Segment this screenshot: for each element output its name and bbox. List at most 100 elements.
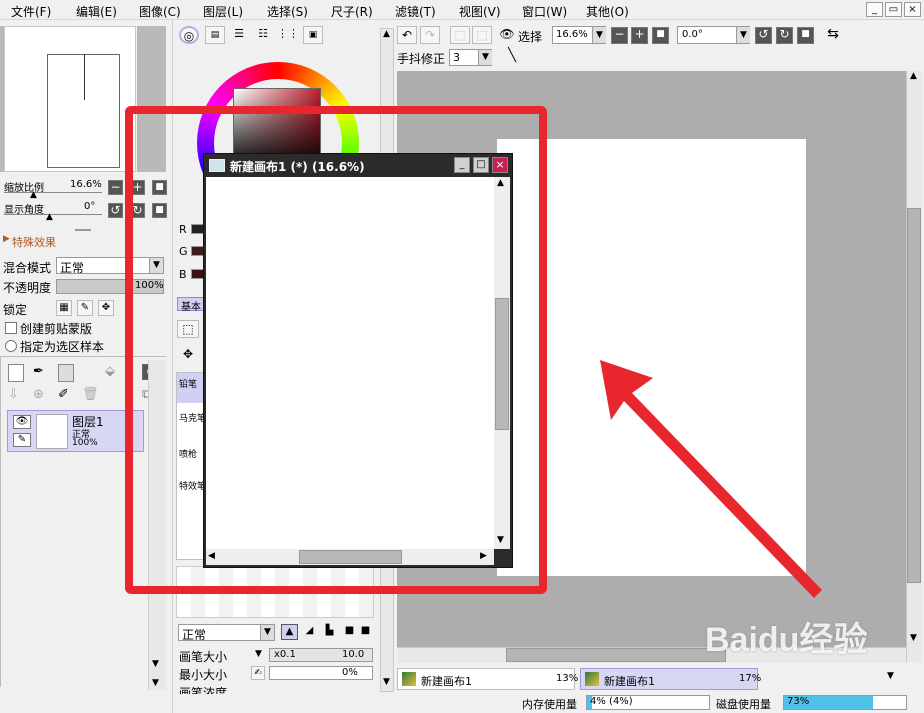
menu-other[interactable]: 其他(O) [586,3,629,20]
scroll-down-icon[interactable]: ▼ [887,671,894,681]
brush-shape-block-icon[interactable]: ■ [341,624,358,640]
canvas-tab-icon [402,672,416,686]
menu-ruler[interactable]: 尺子(R) [331,3,373,20]
clip-checkbox[interactable] [5,322,17,334]
scratchpad-tab-icon[interactable]: ▣ [303,26,323,44]
menu-select[interactable]: 选择(S) [267,3,308,20]
menu-edit[interactable]: 编辑(E) [76,3,117,20]
restore-icon[interactable]: ▭ [885,2,902,17]
lock-move-icon[interactable]: ✥ [98,300,114,316]
zoom-slider-thumb[interactable]: ▲ [30,190,37,200]
canvas-horizontal-thumb[interactable] [506,648,726,662]
menu-layer[interactable]: 图层(L) [203,3,243,20]
flip-horizontal-icon[interactable]: ⇆ [823,26,843,44]
lock-paint-icon[interactable]: ✎ [77,300,93,316]
expand-arrow-icon[interactable]: ▶ [3,234,10,244]
canvas-tab-icon [585,672,599,686]
toolbar-zoom-in-button[interactable]: + [631,27,648,44]
brush-shape-square-icon[interactable]: ■ [357,624,374,640]
invert-select-icon[interactable]: ⬚ [472,26,492,44]
line-tool-icon[interactable]: ╲ [502,48,522,66]
visibility-eye-icon[interactable]: 👁 [13,415,31,429]
menu-image[interactable]: 图像(C) [139,3,181,20]
angle-slider[interactable] [4,214,102,215]
scroll-up-icon[interactable]: ▲ [383,29,390,39]
brush-shape-round-icon[interactable]: ◢ [301,624,318,640]
zoom-slider[interactable] [4,192,102,193]
status-bar: 内存使用量 4% (4%) 磁盘使用量 73% [397,692,924,713]
angle-slider-thumb[interactable]: ▲ [46,212,53,222]
sample-radio[interactable] [5,340,17,352]
toolbar-rotate-right-button[interactable]: ↻ [776,27,793,44]
toolbar-rotate-reset-button[interactable]: ■ [797,27,814,44]
mixer-tab-icon[interactable]: ☷ [253,26,273,44]
brush-shape-flat-icon[interactable]: ▙ [321,624,338,640]
redo-icon[interactable]: ↷ [420,26,440,44]
move-down-icon[interactable]: ⇩ [8,387,19,403]
zoom-out-button[interactable]: − [108,180,123,195]
scroll-down-icon[interactable]: ▼ [152,659,159,669]
close-icon[interactable]: × [904,2,921,17]
layer-opacity: 100% [72,438,98,448]
hsv-slider-tab-icon[interactable]: ☰ [229,26,249,44]
layer-row[interactable]: 👁 ✎ 图层1 正常 100% [7,410,144,452]
rotation-select[interactable]: 0.0° ▼ [677,26,750,44]
menu-file[interactable]: 文件(F) [11,3,51,20]
watermark: Baidu经验 [705,621,868,659]
rgb-slider-tab-icon[interactable]: ▤ [205,26,225,44]
lock-transparency-icon[interactable]: ▦ [56,300,72,316]
new-layer-icon[interactable] [8,364,24,382]
scroll-down-icon[interactable]: ▼ [910,633,917,643]
clip-label: 创建剪贴蒙版 [20,322,93,336]
chevron-down-icon: ▼ [260,625,274,640]
clear-icon[interactable]: ✐ [58,387,69,403]
toolbar-rotate-left-button[interactable]: ↺ [755,27,772,44]
brush-blend-select[interactable]: 正常 ▼ [178,624,275,642]
opacity-label: 不透明度 [3,281,52,295]
merge-icon[interactable]: ⊕ [33,387,44,403]
sample-label: 指定为选区样本 [20,340,105,354]
scroll-down-icon[interactable]: ▼ [152,678,159,688]
deselect-icon[interactable]: ⬚ [450,26,470,44]
transform-icon[interactable]: ⬙ [105,364,115,380]
chevron-down-icon: ▼ [592,27,606,43]
toolbar-zoom-out-button[interactable]: − [611,27,628,44]
disk-meter: 73% [783,695,907,710]
eye-icon[interactable]: 👁 [497,26,517,44]
zoom-select[interactable]: 16.6% ▼ [552,26,606,44]
layer-thumbnail [36,414,68,449]
menu-bar: 文件(F) 编辑(E) 图像(C) 图层(L) 选择(S) 尺子(R) 滤镜(T… [0,0,924,20]
lock-label: 锁定 [3,303,28,317]
toolbar-zoom-reset-button[interactable]: ■ [652,27,669,44]
effects-header[interactable]: 特殊效果 [12,234,56,250]
scroll-up-icon[interactable]: ▲ [910,71,917,81]
new-linework-icon[interactable]: ✒ [33,364,44,380]
angle-value: 0° [84,201,96,212]
new-folder-icon[interactable] [58,364,74,382]
chevron-down-icon: ▼ [736,27,750,43]
rotate-left-button[interactable]: ↺ [108,203,123,218]
memory-meter: 4% (4%) [586,695,710,710]
brush-shape-sharp-icon[interactable]: ▲ [281,624,298,640]
undo-icon[interactable]: ↶ [397,26,417,44]
min-size-slider[interactable]: 0% [269,666,373,680]
minimize-icon[interactable]: _ [866,2,883,17]
delete-icon[interactable]: 🗑 [82,387,99,403]
color-wheel-tab-icon[interactable]: ◎ [179,26,199,44]
stabilizer-label: 手抖修正 [397,52,446,66]
canvas-tab[interactable]: 新建画布1 13% [397,668,578,690]
stabilizer-select[interactable]: 3 ▼ [449,49,492,66]
chevron-down-icon[interactable]: ▼ [255,649,262,659]
min-size-label: 最小大小 [179,668,228,682]
scroll-down-icon[interactable]: ▼ [383,677,390,687]
menu-view[interactable]: 视图(V) [459,3,501,20]
swatch-tab-icon[interactable]: ⋮⋮ [277,26,299,44]
menu-filter[interactable]: 滤镜(T) [395,3,436,20]
brush-size-label: 画笔大小 [179,650,228,664]
canvas-tab-active[interactable]: 新建画布1 17% [580,668,761,690]
pressure-icon[interactable]: ✍ [251,666,265,680]
brush-size-slider[interactable]: x0.1 10.0 [269,648,373,662]
menu-window[interactable]: 窗口(W) [522,3,567,20]
edit-pencil-icon[interactable]: ✎ [13,433,31,447]
canvas-vertical-thumb[interactable] [907,208,921,583]
